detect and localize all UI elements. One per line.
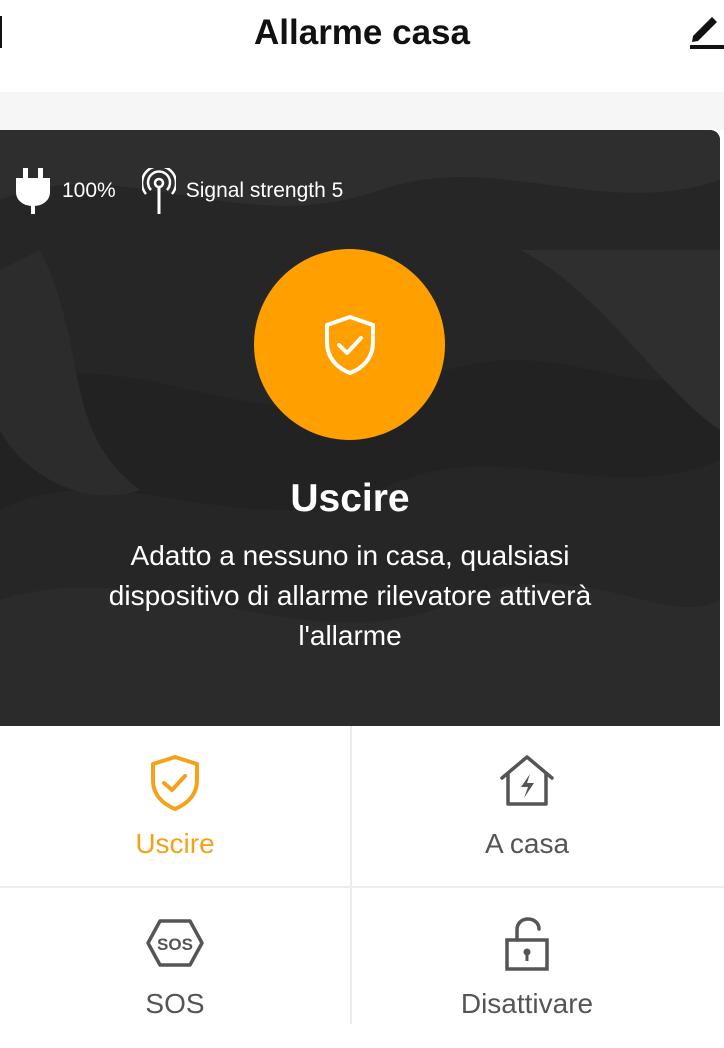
home-bolt-icon	[500, 755, 554, 806]
power-plug-icon	[16, 168, 50, 214]
mode-button-a-casa[interactable]: A casa	[352, 726, 702, 886]
mode-label: Uscire	[135, 828, 215, 859]
sos-icon: SOS	[146, 919, 204, 967]
mode-description: Adatto a nessuno in casa, qualsiasi disp…	[108, 540, 592, 651]
mode-grid: Uscire A casa SOS SOS Disattivare	[0, 726, 724, 1024]
mode-title: Uscire	[290, 477, 410, 520]
signal-strength: Signal strength 5	[185, 179, 344, 202]
battery-level: 100%	[62, 179, 116, 202]
mode-button-disattivare[interactable]: Disattivare	[352, 888, 702, 1048]
svg-text:SOS: SOS	[157, 935, 193, 954]
current-mode-panel: 100% Signal strength 5 Uscire Adatto a n…	[0, 130, 720, 726]
signal-antenna-icon	[141, 168, 176, 214]
device-status: 100% Signal strength 5	[14, 166, 369, 216]
edit-icon	[690, 17, 724, 49]
mode-label: SOS	[145, 988, 205, 1019]
mode-label: Disattivare	[460, 988, 594, 1019]
edit-button[interactable]	[684, 12, 724, 52]
mode-button-uscire[interactable]: Uscire	[0, 726, 350, 886]
app-header: Allarme casa	[0, 0, 724, 92]
mode-indicator	[254, 249, 445, 440]
header-separator	[0, 92, 724, 130]
mode-button-sos[interactable]: SOS SOS	[0, 888, 350, 1048]
mode-label: A casa	[484, 828, 570, 859]
shield-check-icon	[324, 314, 375, 375]
page-title: Allarme casa	[254, 13, 470, 52]
shield-check-icon	[151, 755, 199, 811]
unlock-icon	[505, 917, 549, 971]
